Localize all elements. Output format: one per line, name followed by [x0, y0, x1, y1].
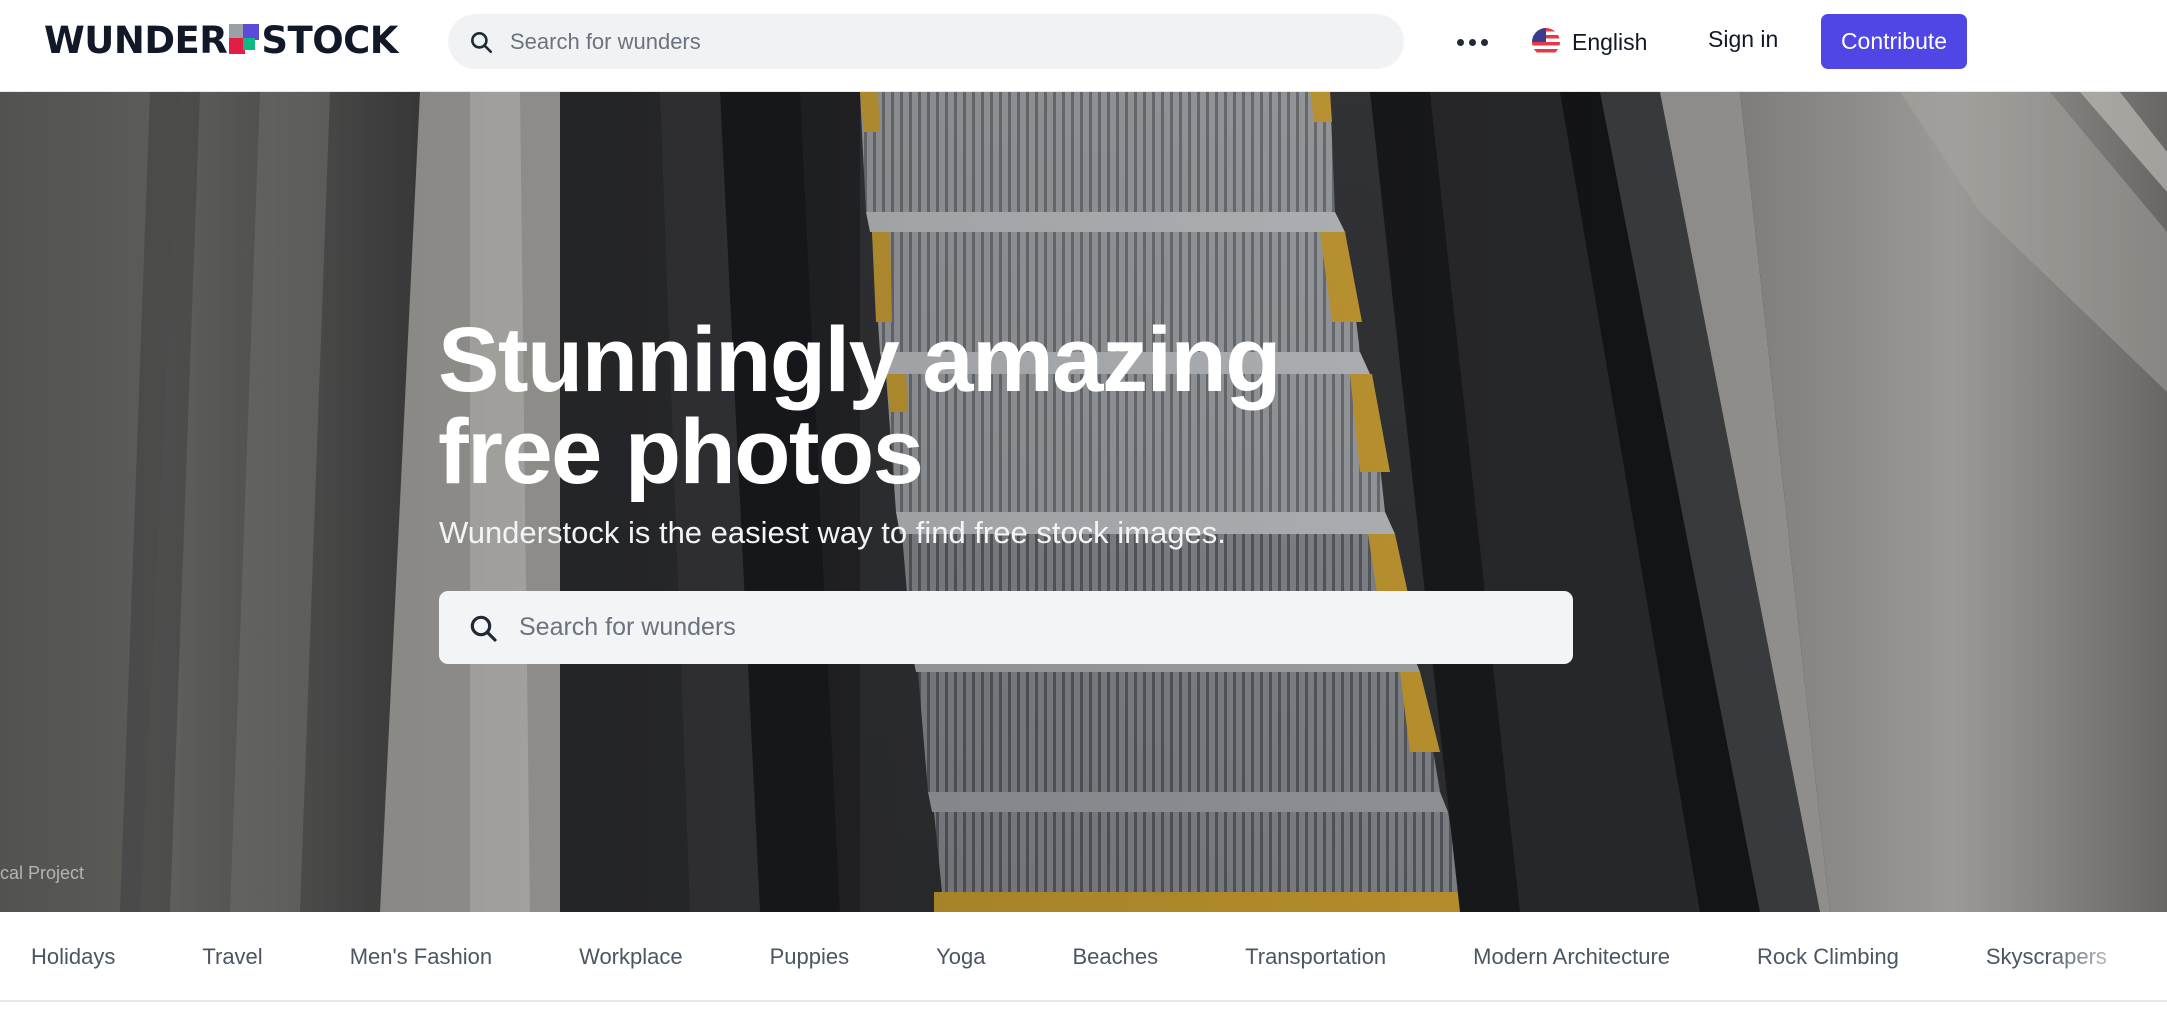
category-travel[interactable]: Travel [202, 944, 262, 970]
header-search-bar[interactable] [448, 14, 1404, 69]
more-options-button[interactable] [1452, 22, 1492, 62]
search-icon [470, 615, 497, 642]
category-mens-fashion[interactable]: Men's Fashion [350, 944, 492, 970]
sign-in-link[interactable]: Sign in [1708, 26, 1778, 53]
hero-overlay [0, 92, 2167, 912]
photo-credit-link[interactable]: cal Project [0, 863, 84, 884]
category-holidays[interactable]: Holidays [31, 944, 115, 970]
language-label: English [1572, 28, 1648, 55]
hero-search-input[interactable] [519, 591, 1559, 664]
header-search-input[interactable] [510, 14, 1390, 69]
ellipsis-icon [1456, 38, 1464, 46]
contribute-button[interactable]: Contribute [1821, 14, 1967, 69]
hero-title-line-2: free photos [438, 401, 924, 503]
logo-text-right: STOCK [261, 18, 398, 62]
category-bar: Holidays Travel Men's Fashion Workplace … [0, 912, 2167, 1002]
category-list: Holidays Travel Men's Fashion Workplace … [31, 912, 2107, 1000]
language-selector[interactable]: English [1532, 24, 1647, 60]
category-yoga[interactable]: Yoga [936, 944, 985, 970]
category-workplace[interactable]: Workplace [579, 944, 683, 970]
category-transportation[interactable]: Transportation [1245, 944, 1386, 970]
category-skyscrapers[interactable]: Skyscrapers [1986, 944, 2107, 970]
hero-search-bar[interactable] [439, 591, 1573, 664]
site-header: WUNDER STOCK English Sign in Contribute [0, 0, 2167, 92]
hero-title: Stunningly amazing free photos [438, 314, 1338, 498]
hero-subtitle: Wunderstock is the easiest way to find f… [439, 515, 1226, 550]
category-puppies[interactable]: Puppies [770, 944, 850, 970]
us-flag-icon [1532, 28, 1560, 56]
wunderstock-logo[interactable]: WUNDER STOCK [44, 18, 398, 62]
hero-section: Stunningly amazing free photos Wundersto… [0, 92, 2167, 912]
search-icon [471, 32, 493, 54]
logo-mark-icon [229, 24, 260, 56]
category-beaches[interactable]: Beaches [1073, 944, 1159, 970]
hero-title-line-1: Stunningly amazing [438, 309, 1281, 411]
category-modern-architecture[interactable]: Modern Architecture [1473, 944, 1670, 970]
category-rock-climbing[interactable]: Rock Climbing [1757, 944, 1899, 970]
logo-text-left: WUNDER [44, 18, 228, 62]
